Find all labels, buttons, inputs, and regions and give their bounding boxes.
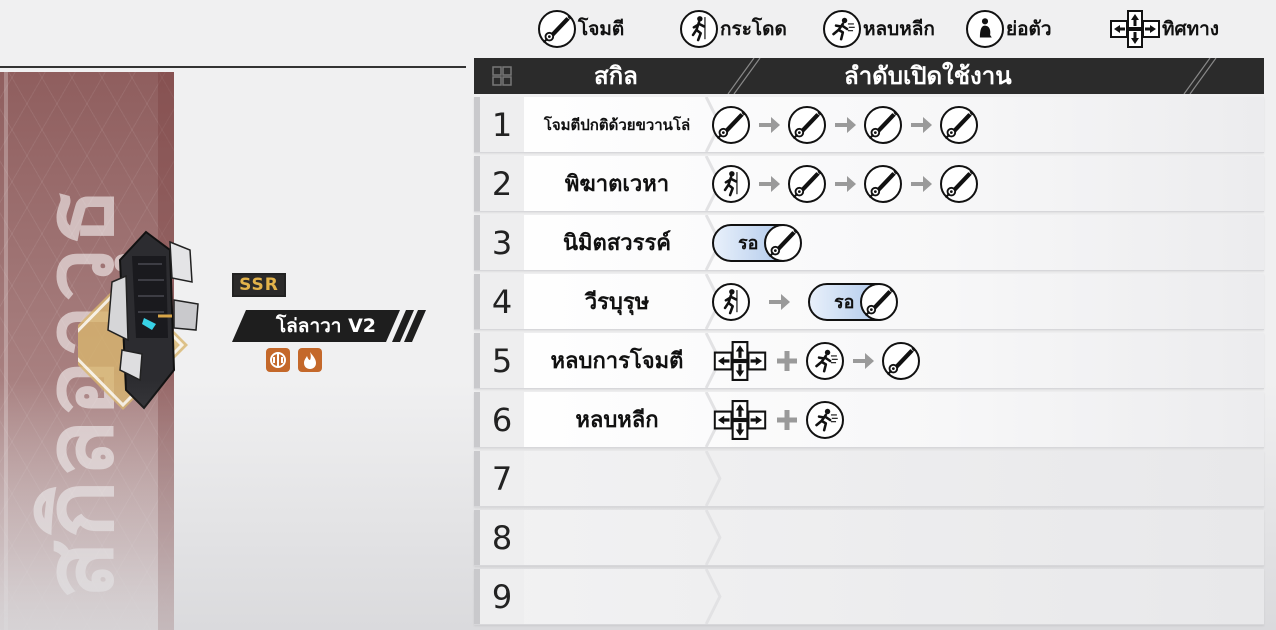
jump-icon <box>712 282 750 321</box>
banner-stripe <box>4 72 8 630</box>
sword-icon <box>864 164 902 203</box>
skill-row-4: 4 วีรบุรุษ รอ <box>474 274 1264 330</box>
row-number: 2 <box>480 156 524 211</box>
row-number: 3 <box>480 215 524 270</box>
activation-sequence <box>712 156 978 211</box>
arrow-right-icon <box>756 112 782 138</box>
skill-row-3: 3 นิมิตสวรรค์ รอ <box>474 215 1264 271</box>
dodge-icon <box>823 10 861 48</box>
hold-label: รอ <box>834 292 855 313</box>
skill-row-2: 2 พิฆาตเวหา <box>474 156 1264 212</box>
sword-icon <box>788 105 826 144</box>
sword-icon <box>864 105 902 144</box>
skill-table-header: สกิล ลำดับเปิดใช้งาน <box>474 58 1264 94</box>
header-divider <box>0 66 466 68</box>
row-number: 5 <box>480 333 524 388</box>
weapon-name: โล่ลาวา V2 <box>232 310 400 342</box>
skill-name: นิมิตสวรรค์ <box>563 231 671 256</box>
hold-attack: รอ <box>712 223 803 263</box>
header-slash-2 <box>1183 58 1217 94</box>
row-number: 9 <box>480 569 524 624</box>
dodge-icon <box>806 400 844 439</box>
grid-icon <box>492 66 512 86</box>
sword-icon <box>940 105 978 144</box>
legend-direction: ทิศทาง <box>1110 10 1219 48</box>
arrow-right-icon <box>756 171 782 197</box>
row-number: 8 <box>480 510 524 565</box>
legend-dodge-label: หลบหลีก <box>863 18 935 40</box>
rarity-badge: SSR <box>232 273 286 297</box>
legend-crouch-label: ย่อตัว <box>1006 18 1052 40</box>
arrow-right-icon <box>850 348 876 374</box>
skill-name: หลบหลีก <box>575 408 659 433</box>
row-number: 4 <box>480 274 524 329</box>
sword-icon <box>860 282 899 321</box>
skill-row-1: 1 โจมตีปกติด้วยขวานโล่ <box>474 97 1264 153</box>
activation-sequence: รอ <box>712 274 899 329</box>
skill-row-6: 6 หลบหลีก <box>474 392 1264 448</box>
sword-icon <box>538 10 576 48</box>
activation-sequence <box>712 392 844 447</box>
jump-icon <box>680 10 718 48</box>
activation-sequence: รอ <box>712 215 803 270</box>
sword-icon <box>882 341 920 380</box>
sword-icon <box>764 223 803 262</box>
skill-row-7: 7 <box>474 451 1264 507</box>
lava-shield-weapon-image <box>78 230 199 410</box>
skill-name: โจมตีปกติด้วยขวานโล่ <box>543 115 691 134</box>
dpad-icon <box>712 400 768 440</box>
fire-element-icon <box>298 348 322 372</box>
skill-name: หลบการโจมตี <box>550 349 684 374</box>
row-number: 6 <box>480 392 524 447</box>
row-number: 1 <box>480 97 524 152</box>
dodge-icon <box>806 341 844 380</box>
legend-dodge: หลบหลีก <box>823 10 935 48</box>
skill-name: พิฆาตเวหา <box>564 172 670 197</box>
arrow-right-icon <box>832 171 858 197</box>
skill-name: วีรบุรุษ <box>584 290 650 315</box>
skill-row-9: 9 <box>474 569 1264 625</box>
activation-sequence <box>712 333 920 388</box>
dpad-icon <box>1110 10 1160 48</box>
legend-direction-label: ทิศทาง <box>1162 18 1220 40</box>
legend-jump-label: กระโดด <box>720 18 787 40</box>
row-chevron <box>704 569 722 624</box>
legend-crouch: ย่อตัว <box>966 10 1052 48</box>
legend-jump: กระโดด <box>680 10 787 48</box>
skill-row-5: 5 หลบการโจมตี <box>474 333 1264 389</box>
skill-row-8: 8 <box>474 510 1264 566</box>
sword-icon <box>940 164 978 203</box>
arrow-right-icon <box>908 112 934 138</box>
controls-legend: โจมตี กระโดด หลบหลีก ย่อตัว ทิศทาง <box>0 0 1276 58</box>
row-chevron <box>704 451 722 506</box>
sword-icon <box>788 164 826 203</box>
weapon-type-icon <box>266 348 290 372</box>
legend-attack: โจมตี <box>538 10 624 48</box>
arrow-right-icon <box>766 289 792 315</box>
plus-icon <box>774 407 800 433</box>
hold-label: รอ <box>738 233 759 254</box>
plus-icon <box>774 348 800 374</box>
name-slash-decoration <box>392 310 426 342</box>
crouch-icon <box>966 10 1004 48</box>
header-skill: สกิล <box>594 62 638 90</box>
header-slash-1 <box>727 58 761 94</box>
dpad-icon <box>712 341 768 381</box>
skill-name <box>524 510 710 565</box>
arrow-right-icon <box>832 112 858 138</box>
activation-sequence <box>712 97 978 152</box>
header-activation-order: ลำดับเปิดใช้งาน <box>844 62 1012 90</box>
row-number: 7 <box>480 451 524 506</box>
row-chevron <box>704 510 722 565</box>
legend-attack-label: โจมตี <box>578 18 625 40</box>
skill-name <box>524 569 710 624</box>
sword-icon <box>712 105 750 144</box>
skill-name <box>524 451 710 506</box>
jump-icon <box>712 164 750 203</box>
arrow-right-icon <box>908 171 934 197</box>
hold-attack: รอ <box>808 282 899 322</box>
